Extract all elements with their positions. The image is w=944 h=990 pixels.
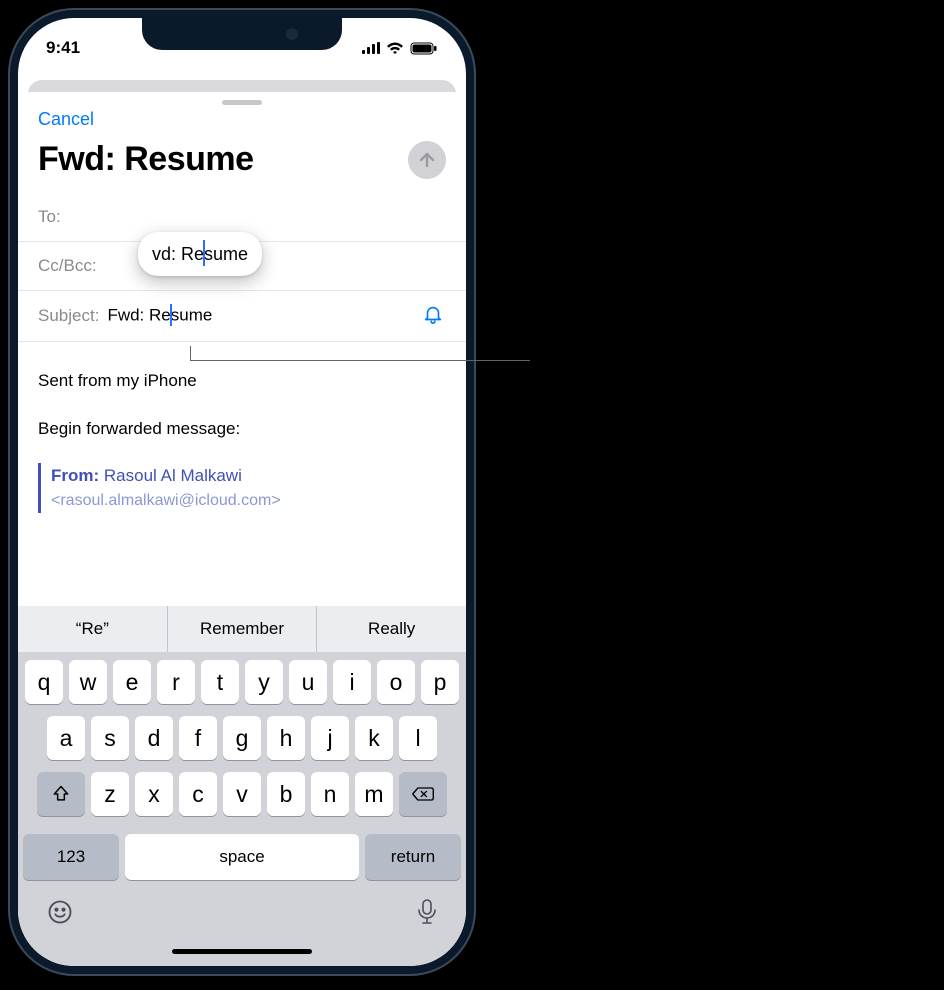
suggestion-2[interactable]: Really	[316, 606, 466, 652]
quoted-block: From: Rasoul Al Malkawi <rasoul.almalkaw…	[38, 463, 446, 513]
key-w[interactable]: w	[69, 660, 107, 704]
suggestion-1[interactable]: Remember	[167, 606, 317, 652]
home-indicator[interactable]	[172, 949, 312, 954]
key-j[interactable]: j	[311, 716, 349, 760]
signature: Sent from my iPhone	[38, 368, 446, 394]
key-e[interactable]: e	[113, 660, 151, 704]
key-a[interactable]: a	[47, 716, 85, 760]
shift-key[interactable]	[37, 772, 85, 816]
key-o[interactable]: o	[377, 660, 415, 704]
screen: 9:41 Cancel Fwd: Resume	[18, 18, 466, 966]
message-body[interactable]: Sent from my iPhone Begin forwarded mess…	[18, 342, 466, 539]
key-z[interactable]: z	[91, 772, 129, 816]
ccbcc-field[interactable]: Cc/Bcc: vd: Resume	[18, 242, 466, 291]
from-email: <rasoul.almalkawi@icloud.com>	[51, 489, 446, 513]
key-n[interactable]: n	[311, 772, 349, 816]
key-x[interactable]: x	[135, 772, 173, 816]
cursor-caret[interactable]	[170, 304, 172, 326]
keyboard-row-1: q w e r t y u i o p	[23, 660, 461, 704]
compose-sheet: Cancel Fwd: Resume To: Cc/Bcc: vd: Resum…	[18, 92, 466, 966]
key-c[interactable]: c	[179, 772, 217, 816]
phone-frame: 9:41 Cancel Fwd: Resume	[8, 8, 476, 976]
subject-label: Subject:	[38, 306, 99, 326]
key-i[interactable]: i	[333, 660, 371, 704]
key-s[interactable]: s	[91, 716, 129, 760]
sheet-grabber[interactable]	[222, 100, 262, 105]
callout-line	[190, 360, 530, 361]
key-r[interactable]: r	[157, 660, 195, 704]
cancel-button[interactable]: Cancel	[38, 109, 94, 130]
key-k[interactable]: k	[355, 716, 393, 760]
key-t[interactable]: t	[201, 660, 239, 704]
status-time: 9:41	[46, 38, 80, 58]
key-v[interactable]: v	[223, 772, 261, 816]
key-y[interactable]: y	[245, 660, 283, 704]
emoji-icon[interactable]	[46, 898, 74, 931]
key-p[interactable]: p	[421, 660, 459, 704]
bell-icon[interactable]	[422, 303, 444, 330]
subject-value: Fwd: Resume	[107, 305, 212, 327]
wifi-icon	[386, 42, 404, 55]
notch	[142, 18, 342, 50]
key-d[interactable]: d	[135, 716, 173, 760]
key-f[interactable]: f	[179, 716, 217, 760]
dictation-icon[interactable]	[416, 898, 438, 931]
begin-forwarded: Begin forwarded message:	[38, 416, 446, 442]
return-key[interactable]: return	[365, 834, 461, 880]
key-h[interactable]: h	[267, 716, 305, 760]
key-q[interactable]: q	[25, 660, 63, 704]
keyboard-row-2: a s d f g h j k l	[23, 716, 461, 760]
subject-field[interactable]: Subject: Fwd: Resume	[18, 291, 466, 342]
key-g[interactable]: g	[223, 716, 261, 760]
backspace-key[interactable]	[399, 772, 447, 816]
key-b[interactable]: b	[267, 772, 305, 816]
from-label: From:	[51, 466, 99, 485]
key-m[interactable]: m	[355, 772, 393, 816]
keyboard: “Re” Remember Really q w e r t y u i o	[18, 606, 466, 966]
ccbcc-label: Cc/Bcc:	[38, 256, 97, 276]
cursor-caret	[203, 240, 205, 266]
numbers-key[interactable]: 123	[23, 834, 119, 880]
from-name: Rasoul Al Malkawi	[104, 466, 242, 485]
keyboard-row-3: z x c v b n m	[23, 772, 461, 816]
suggestion-bar: “Re” Remember Really	[18, 606, 466, 652]
compose-title: Fwd: Resume	[38, 140, 254, 179]
battery-icon	[410, 42, 438, 55]
to-label: To:	[38, 207, 61, 227]
key-u[interactable]: u	[289, 660, 327, 704]
space-key[interactable]: space	[125, 834, 359, 880]
text-magnifier-loupe: vd: Resume	[138, 232, 262, 276]
suggestion-0[interactable]: “Re”	[18, 606, 167, 652]
key-l[interactable]: l	[399, 716, 437, 760]
cellular-icon	[362, 42, 380, 54]
send-button[interactable]	[408, 141, 446, 179]
